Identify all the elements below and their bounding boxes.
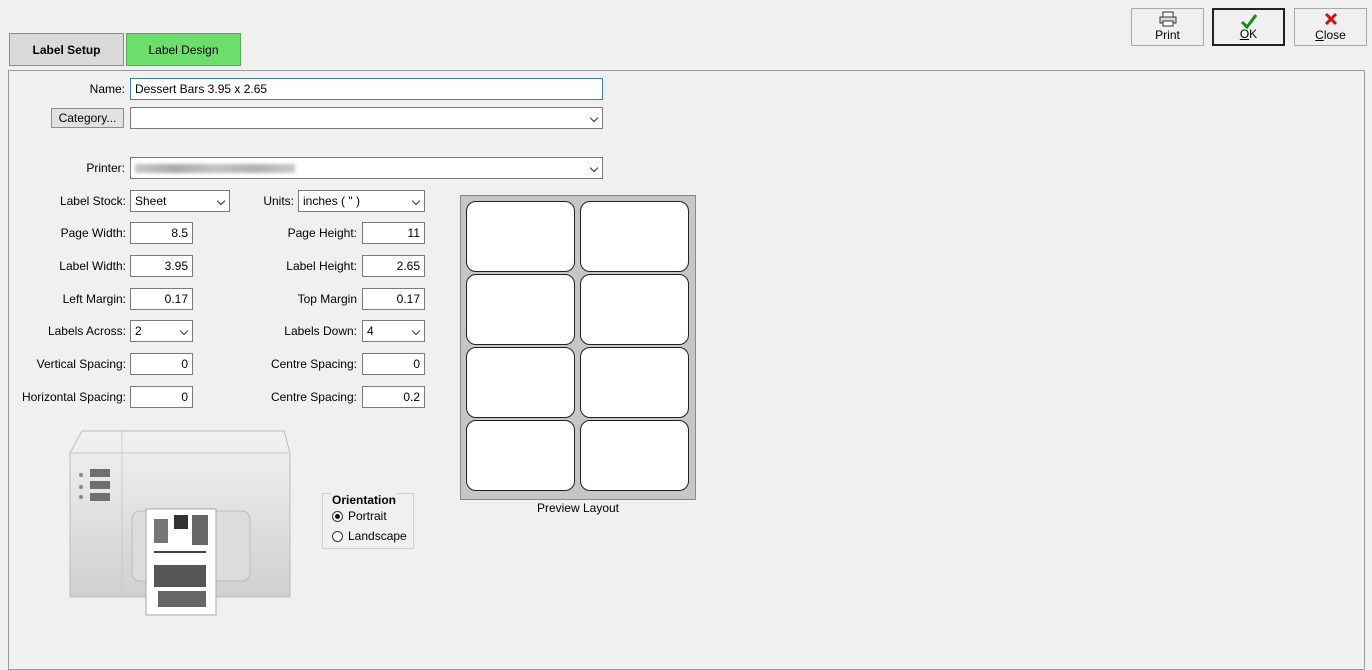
labels-down-select[interactable]: 4	[362, 320, 425, 342]
labels-across-select[interactable]: 2	[130, 320, 193, 342]
label-printer-image	[69, 430, 291, 616]
top-margin-label: Top Margin	[297, 292, 357, 306]
landscape-label[interactable]: Landscape	[348, 529, 407, 543]
category-select[interactable]	[130, 107, 603, 129]
labels-across-label: Labels Across:	[47, 324, 126, 338]
printer-name-blurred	[135, 163, 295, 173]
label-stock-select[interactable]: Sheet	[130, 190, 230, 212]
horizontal-spacing-input[interactable]: 0	[130, 386, 193, 408]
name-label: Name:	[89, 82, 125, 96]
vertical-spacing-label: Vertical Spacing:	[36, 357, 126, 371]
page-height-input[interactable]: 11	[362, 222, 425, 244]
preview-label-cell	[580, 347, 689, 418]
preview-label-cell	[580, 201, 689, 272]
print-button[interactable]: Print	[1131, 8, 1204, 46]
centre-spacing-horizontal-label: Centre Spacing:	[270, 390, 357, 404]
centre-spacing-vertical-input[interactable]: 0	[362, 353, 425, 375]
units-label: Units:	[263, 194, 294, 208]
tab-label-setup-label: Label Setup	[32, 42, 101, 57]
tab-label-design[interactable]: Label Design	[126, 33, 241, 66]
left-margin-input[interactable]: 0.17	[130, 288, 193, 310]
centre-spacing-vertical-label: Centre Spacing:	[270, 357, 357, 371]
left-margin-label: Left Margin:	[62, 292, 126, 306]
orientation-title: Orientation	[331, 493, 398, 507]
page-width-input[interactable]: 8.5	[130, 222, 193, 244]
category-button[interactable]: Category...	[51, 108, 124, 128]
preview-label-cell	[466, 420, 575, 491]
portrait-radio[interactable]	[332, 511, 343, 522]
close-button[interactable]: Close	[1294, 8, 1367, 46]
close-button-label: Close	[1315, 28, 1346, 42]
label-stock-label: Label Stock:	[59, 194, 126, 208]
tab-label-setup[interactable]: Label Setup	[9, 33, 124, 66]
labels-down-label: Labels Down:	[284, 324, 357, 338]
name-input[interactable]: Dessert Bars 3.95 x 2.65	[130, 78, 603, 100]
preview-label-cell	[466, 201, 575, 272]
printer-label: Printer:	[86, 161, 125, 175]
print-button-label: Print	[1155, 28, 1180, 42]
tab-label-design-label: Label Design	[148, 42, 219, 57]
units-select[interactable]: inches ( " )	[298, 190, 425, 212]
preview-caption: Preview Layout	[536, 501, 620, 515]
printer-icon	[1159, 11, 1176, 27]
ok-button[interactable]: OK	[1212, 8, 1285, 46]
preview-label-cell	[466, 347, 575, 418]
top-margin-input[interactable]: 0.17	[362, 288, 425, 310]
label-width-input[interactable]: 3.95	[130, 255, 193, 277]
page-width-label: Page Width:	[60, 226, 126, 240]
printer-select[interactable]	[130, 157, 603, 179]
vertical-spacing-input[interactable]: 0	[130, 353, 193, 375]
centre-spacing-horizontal-input[interactable]: 0.2	[362, 386, 425, 408]
preview-label-cell	[580, 420, 689, 491]
page-height-label: Page Height:	[287, 226, 357, 240]
preview-layout	[460, 195, 696, 500]
preview-label-cell	[466, 274, 575, 345]
landscape-radio[interactable]	[332, 531, 343, 542]
close-icon	[1324, 12, 1337, 26]
label-height-label: Label Height:	[286, 259, 357, 273]
label-width-label: Label Width:	[59, 259, 126, 273]
horizontal-spacing-label: Horizontal Spacing:	[21, 390, 126, 404]
checkmark-icon	[1240, 14, 1257, 30]
preview-label-cell	[580, 274, 689, 345]
label-height-input[interactable]: 2.65	[362, 255, 425, 277]
portrait-label[interactable]: Portrait	[348, 509, 387, 523]
